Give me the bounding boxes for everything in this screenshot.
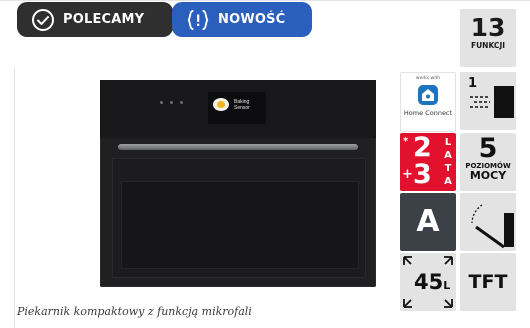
power-levels-count: 5 (478, 133, 498, 164)
display-type-label: TFT (468, 271, 508, 293)
oven-handle (118, 144, 358, 150)
badge-recommended[interactable]: POLECAMY (17, 2, 173, 37)
warranty-plus: + (402, 167, 413, 182)
feature-display-tile: TFT (460, 253, 516, 311)
energy-class-letter: A (416, 204, 440, 239)
width-value: 45L (414, 270, 451, 294)
feature-energy-class-tile: A (400, 193, 456, 251)
home-connect-icon (418, 85, 438, 105)
badge-recommended-label: POLECAMY (63, 12, 145, 27)
warranty-extra-years: 3 (413, 159, 432, 190)
power-levels-label-2: MOCY (469, 169, 507, 182)
top-divider (0, 0, 530, 1)
feature-functions-tile: 13 FUNKCJI (460, 9, 516, 67)
egg-icon (213, 98, 229, 111)
oven-touch-dot (180, 101, 183, 104)
product-image-oven[interactable]: Baking Sensor (100, 80, 376, 287)
feature-door-tile (460, 193, 516, 251)
oven-touch-dot (170, 101, 173, 104)
oven-display: Baking Sensor (208, 92, 266, 124)
oven-touch-dot (160, 101, 163, 104)
feature-warranty-tile: * 2 + 3 L A T A (400, 133, 456, 191)
oven-door (112, 158, 366, 278)
home-connect-top-text: works with (415, 76, 441, 81)
badge-new-label: NOWOŚĆ (218, 12, 286, 27)
functions-label: FUNKCJI (470, 41, 506, 50)
warranty-label: L A T A (444, 137, 452, 187)
functions-count: 13 (470, 13, 506, 42)
exclamation-brackets-icon (186, 8, 210, 32)
built-in-oven-icon (470, 86, 514, 118)
warranty-star: * (403, 136, 409, 147)
drop-down-door-icon (471, 204, 514, 249)
check-circle-icon (31, 8, 55, 32)
product-caption[interactable]: Piekarnik kompaktowy z funkcją mikrofali (17, 305, 252, 318)
badge-new[interactable]: NOWOŚĆ (172, 2, 312, 37)
oven-display-text: Baking Sensor (234, 99, 250, 111)
feature-home-connect-tile: works with Home Connect (400, 72, 456, 132)
home-connect-label: Home Connect (403, 109, 453, 117)
feature-width-tile: 45L (400, 253, 456, 311)
feature-connectivity-tile: 1 (460, 72, 516, 130)
feature-power-levels-tile: 5 POZIOMÓW MOCY (460, 133, 516, 191)
oven-touch-buttons (160, 101, 190, 104)
oven-control-panel: Baking Sensor (100, 80, 376, 138)
oven-door-glass (121, 181, 359, 269)
